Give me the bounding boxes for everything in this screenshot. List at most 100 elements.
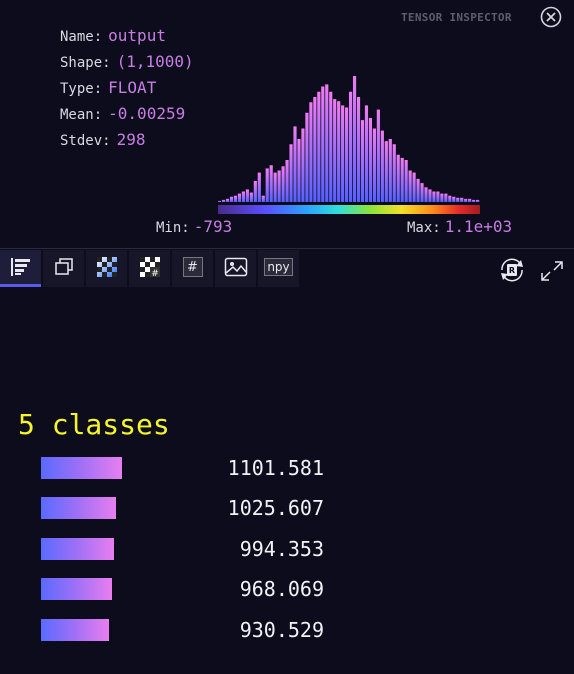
histogram-bar	[476, 199, 480, 202]
histogram-bar	[400, 157, 404, 202]
histogram-bar	[313, 97, 317, 202]
npy-icon: npy	[264, 258, 293, 276]
histogram-bar	[368, 118, 373, 202]
rotate-button[interactable]: R	[497, 256, 527, 288]
max-readout: Max: 1.1e+03	[407, 218, 512, 237]
histogram-bar	[333, 99, 337, 202]
histogram-bar	[281, 166, 285, 202]
colormap-bar	[218, 205, 480, 214]
histogram-bar	[237, 193, 242, 202]
histogram-bar	[285, 160, 289, 202]
class-score-bar	[41, 619, 109, 641]
tensor-stats: Name: output Shape: (1,1000) Type: FLOAT Me…	[60, 26, 194, 156]
histogram-bar	[349, 91, 353, 202]
classes-count-title: 5 classes	[18, 408, 170, 441]
class-score-bar	[41, 497, 116, 519]
bar-list-view-button[interactable]	[0, 250, 41, 287]
histogram-bar	[265, 168, 269, 202]
close-icon	[540, 6, 562, 28]
histogram-bar	[440, 193, 444, 202]
histogram-bar	[289, 144, 293, 202]
checker-hash-icon: #	[139, 257, 160, 278]
stat-label: Mean:	[60, 107, 103, 123]
histogram-bar	[392, 144, 396, 202]
stat-name: Name: output	[60, 26, 194, 52]
npy-export-button[interactable]: npy	[258, 250, 299, 287]
histogram-bar	[277, 170, 281, 202]
stat-type: Type: FLOAT	[60, 78, 194, 104]
class-score-bar	[41, 578, 112, 600]
close-button[interactable]	[540, 6, 562, 28]
expand-icon	[541, 261, 563, 281]
image-icon	[224, 257, 247, 277]
view-mode-toolbar: # # npy	[0, 250, 301, 287]
svg-text:#: #	[151, 269, 159, 278]
histogram-bar	[241, 191, 245, 202]
stat-value: FLOAT	[108, 78, 157, 97]
class-row: 994.353	[0, 538, 574, 568]
histogram-bar	[337, 101, 341, 202]
histogram-bar	[305, 112, 309, 202]
stat-mean: Mean: -0.00259	[60, 104, 194, 130]
histogram-bar	[432, 191, 436, 202]
section-divider	[0, 248, 574, 249]
class-score-bar	[41, 457, 122, 479]
histogram-bar	[321, 86, 325, 202]
histogram-bar	[376, 109, 380, 202]
histogram-bar	[468, 198, 472, 202]
histogram-bar	[273, 172, 277, 202]
class-row: 1025.607	[0, 497, 574, 527]
histogram-bar	[221, 199, 226, 202]
histogram-bar	[341, 105, 345, 202]
class-score-value: 1025.607	[227, 496, 324, 520]
histogram-bar	[464, 198, 468, 202]
histogram-bar	[249, 192, 253, 202]
histogram-bar	[444, 193, 448, 202]
class-score-value: 930.529	[239, 618, 324, 642]
histogram-bar	[404, 160, 408, 202]
stat-label: Stdev:	[60, 133, 111, 149]
histogram-bar	[317, 91, 321, 202]
min-value: -793	[193, 217, 233, 236]
stat-label: Name:	[60, 29, 103, 45]
stat-value: 298	[116, 130, 146, 149]
max-label: Max:	[407, 220, 441, 236]
histogram-bar	[420, 183, 424, 202]
histogram-bar	[293, 126, 297, 202]
stat-shape: Shape: (1,1000)	[60, 52, 194, 78]
histogram-bar	[380, 130, 384, 202]
class-score-bar	[41, 538, 114, 560]
checker-hash-view-button[interactable]: #	[129, 250, 170, 287]
histogram-bar	[456, 197, 460, 202]
hash-view-button[interactable]: #	[172, 250, 213, 287]
stat-label: Shape:	[60, 55, 111, 71]
min-label: Min:	[156, 220, 190, 236]
histogram-bar	[472, 199, 476, 202]
histogram-bar	[436, 191, 440, 202]
histogram-bar	[309, 102, 313, 202]
histogram-bar	[412, 172, 416, 202]
histogram-bar	[356, 97, 361, 202]
tensor-inspector-panel: TENSOR INSPECTOR Name: output Shape: (1,10…	[0, 0, 574, 674]
image-view-button[interactable]	[215, 250, 256, 287]
hash-icon: #	[182, 257, 203, 277]
copy-icon	[54, 258, 73, 275]
histogram-bar	[360, 120, 365, 202]
stat-stdev: Stdev: 298	[60, 130, 194, 156]
histogram-bar	[297, 139, 301, 202]
checker-gradient-view-button[interactable]	[86, 250, 127, 287]
class-row: 930.529	[0, 619, 574, 649]
copy-view-button[interactable]	[43, 250, 84, 287]
histogram-bar	[364, 105, 369, 202]
histogram-bar	[372, 128, 376, 202]
histogram-bar	[416, 178, 420, 202]
class-score-value: 968.069	[239, 577, 324, 601]
stat-label: Type:	[60, 81, 103, 97]
expand-button[interactable]	[539, 259, 565, 287]
svg-text:R: R	[509, 266, 515, 275]
histogram-bar	[253, 181, 257, 202]
histogram-bar	[345, 107, 349, 202]
panel-title: TENSOR INSPECTOR	[401, 11, 512, 24]
histogram-bar	[218, 200, 222, 202]
min-readout: Min: -793	[156, 218, 232, 237]
